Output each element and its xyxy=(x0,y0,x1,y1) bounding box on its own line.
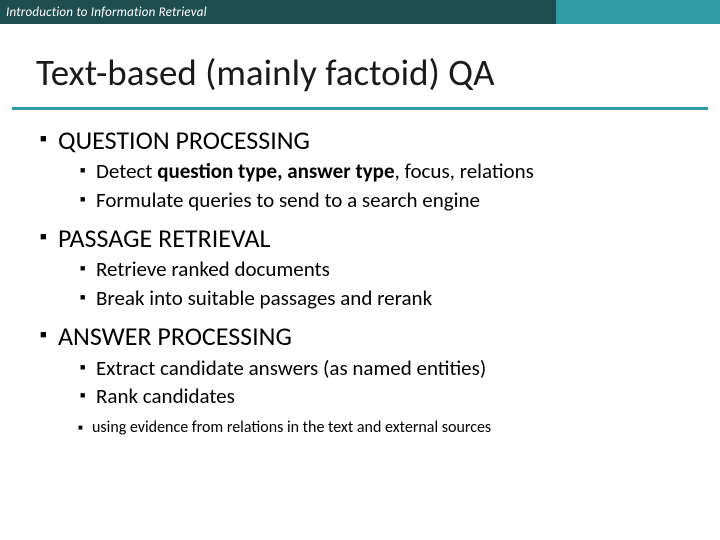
section-heading: QUESTION PROCESSING xyxy=(58,124,310,157)
header-dark-segment: Introduction to Information Retrieval xyxy=(0,0,556,24)
list-item: Formulate queries to send to a search en… xyxy=(96,187,480,214)
list-item: using evidence from relations in the tex… xyxy=(92,418,491,439)
bullet-icon: ■ xyxy=(78,418,92,438)
header-bar: Introduction to Information Retrieval xyxy=(0,0,720,24)
slide-title: Text-based (mainly factoid) QA xyxy=(36,54,692,93)
bullet-icon: ■ xyxy=(40,320,58,350)
section-heading: ANSWER PROCESSING xyxy=(58,320,292,353)
bullet-icon: ■ xyxy=(80,158,96,184)
bullet-icon: ■ xyxy=(80,256,96,282)
bullet-icon: ■ xyxy=(80,285,96,311)
list-item: Rank candidates xyxy=(96,383,235,410)
list-item: Detect question type, answer type, focus… xyxy=(96,158,534,185)
section-heading: PASSAGE RETRIEVAL xyxy=(58,222,270,255)
bullet-icon: ■ xyxy=(40,124,58,154)
list-item: Extract candidate answers (as named enti… xyxy=(96,355,486,382)
course-title: Introduction to Information Retrieval xyxy=(6,5,207,20)
bullet-icon: ■ xyxy=(80,383,96,409)
list-item: Break into suitable passages and rerank xyxy=(96,285,432,312)
list-item: Retrieve ranked documents xyxy=(96,256,330,283)
bullet-icon: ■ xyxy=(40,222,58,252)
slide-body: ■ QUESTION PROCESSING ■ Detect question … xyxy=(0,110,720,439)
bullet-icon: ■ xyxy=(80,187,96,213)
header-teal-segment xyxy=(556,0,720,24)
bullet-icon: ■ xyxy=(80,355,96,381)
